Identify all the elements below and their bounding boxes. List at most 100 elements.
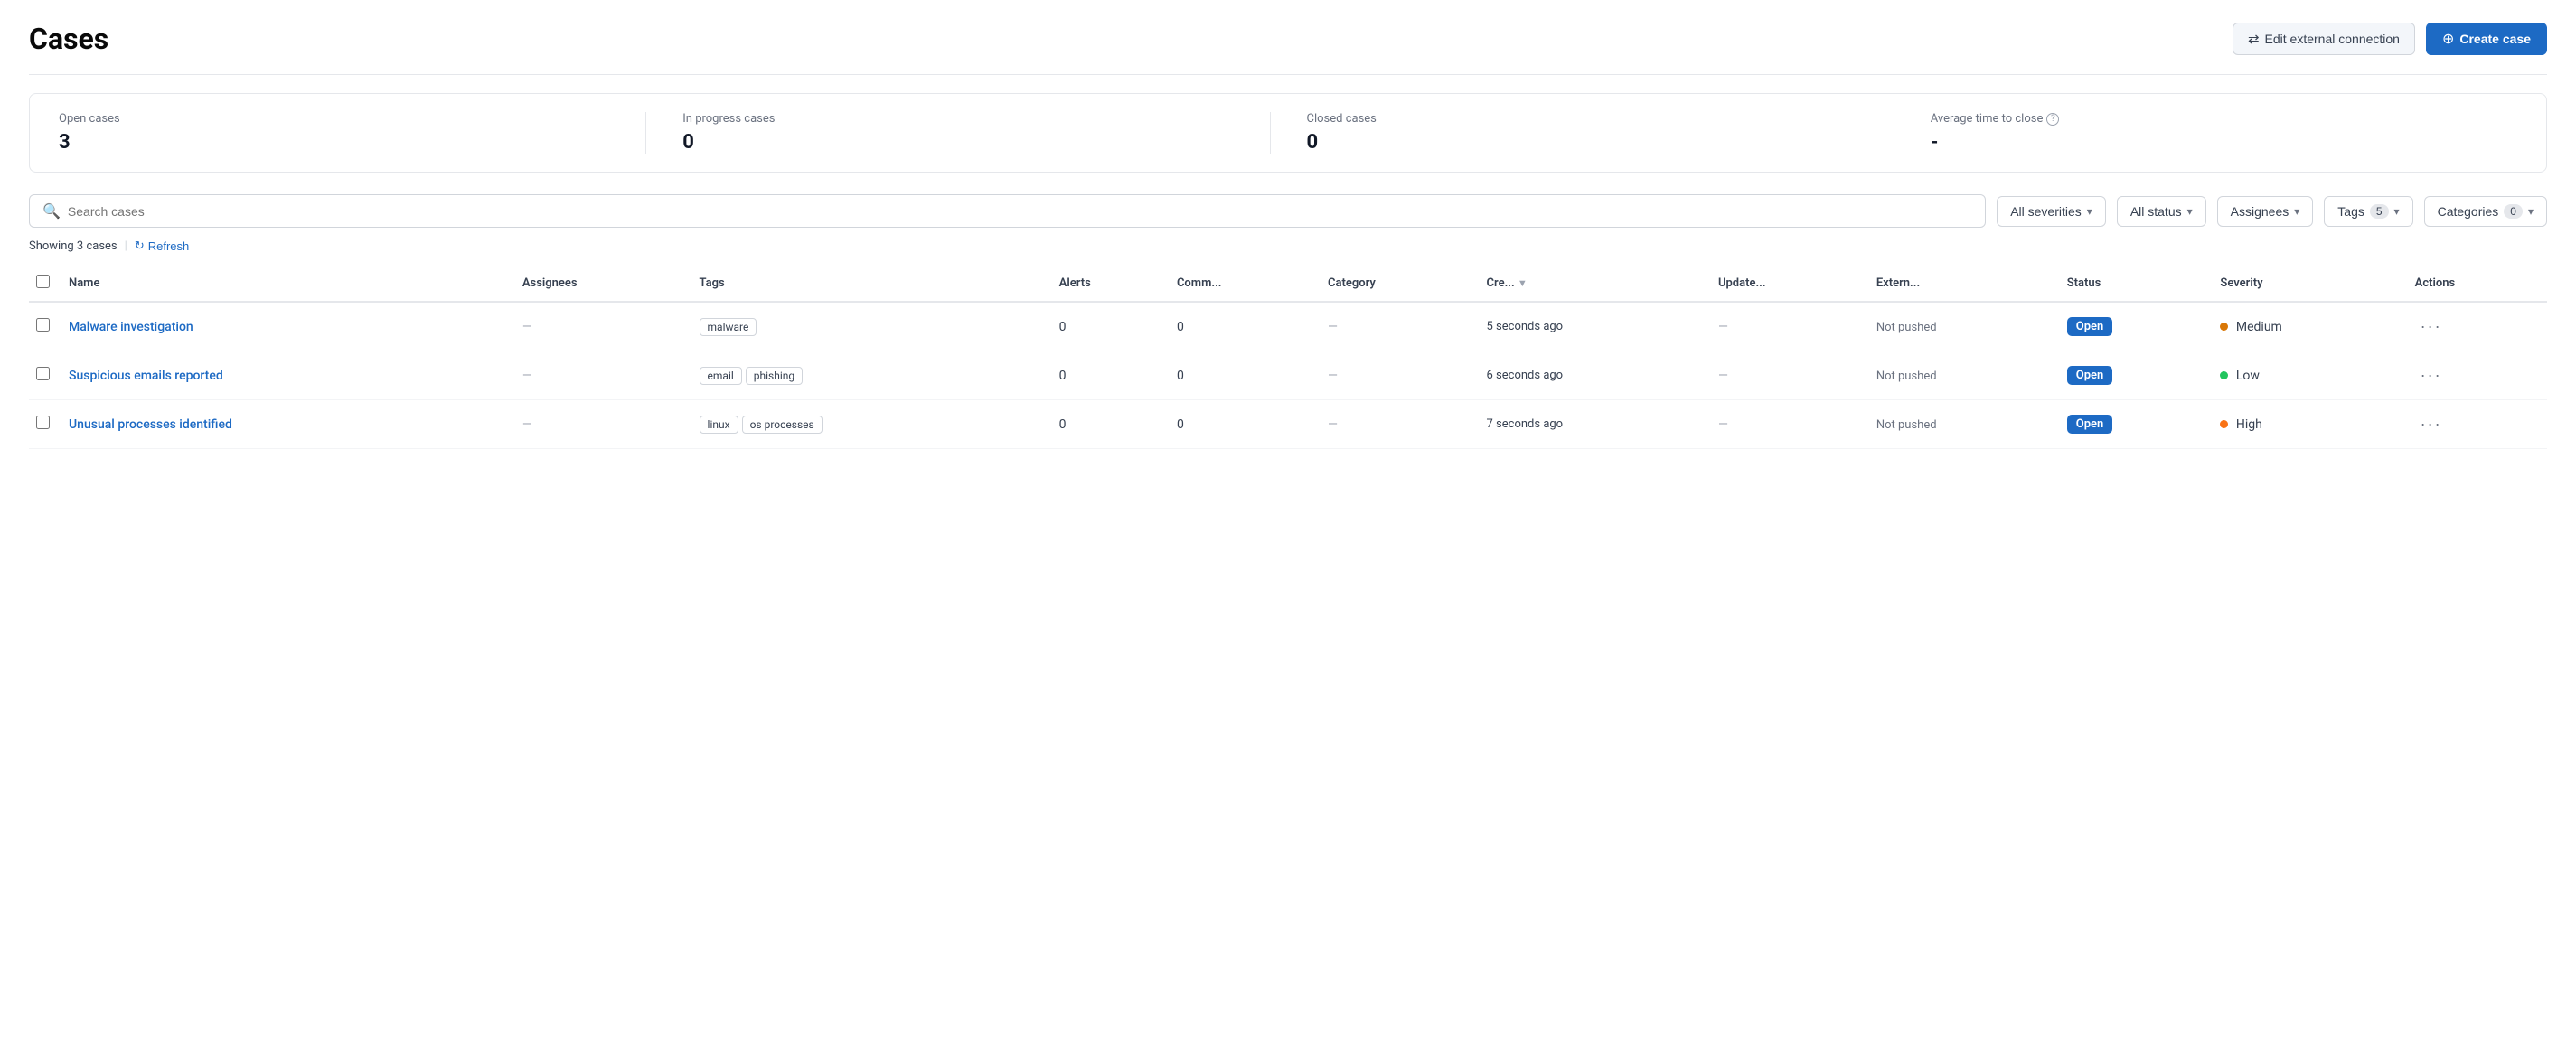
assignees-filter[interactable]: Assignees ▾: [2217, 196, 2314, 227]
chevron-down-icon: ▾: [2394, 205, 2400, 218]
refresh-icon: ↻: [135, 239, 145, 253]
row-category: —: [1321, 351, 1480, 400]
table-row: Malware investigation — malware 0 0 — 5 …: [29, 302, 2547, 351]
col-alerts: Alerts: [1052, 266, 1170, 302]
row-assignees: —: [515, 302, 692, 351]
row-severity: Medium: [2213, 302, 2407, 351]
row-updated: —: [1711, 351, 1869, 400]
row-updated: —: [1711, 400, 1869, 449]
chevron-down-icon: ▾: [2187, 205, 2193, 218]
sort-icon: ▼: [1518, 277, 1528, 289]
page-header: Cases ⇄ Edit external connection ⊕ Creat…: [29, 22, 2547, 56]
row-external: Not pushed: [1869, 302, 2060, 351]
stats-card: Open cases 3 In progress cases 0 Closed …: [29, 93, 2547, 173]
refresh-button[interactable]: ↻ Refresh: [135, 239, 189, 253]
severity-dot: [2220, 371, 2228, 379]
chevron-down-icon: ▾: [2087, 205, 2092, 218]
search-input[interactable]: [68, 204, 1972, 219]
case-link[interactable]: Unusual processes identified: [69, 417, 232, 432]
row-comments: 0: [1170, 400, 1321, 449]
tags-filter[interactable]: Tags 5 ▾: [2324, 196, 2412, 227]
col-severity: Severity: [2213, 266, 2407, 302]
row-category: —: [1321, 302, 1480, 351]
search-icon: 🔍: [42, 202, 61, 220]
row-assignees: —: [515, 351, 692, 400]
row-name: Unusual processes identified: [61, 400, 515, 449]
col-status: Status: [2060, 266, 2214, 302]
tags-count-badge: 5: [2370, 204, 2389, 219]
col-name[interactable]: Name: [61, 266, 515, 302]
plus-icon: ⊕: [2442, 30, 2454, 48]
row-checkbox-cell: [29, 302, 61, 351]
row-name: Malware investigation: [61, 302, 515, 351]
categories-filter[interactable]: Categories 0 ▾: [2424, 196, 2547, 227]
row-actions-button[interactable]: ···: [2415, 364, 2448, 387]
col-tags: Tags: [692, 266, 1052, 302]
tag-badge: malware: [700, 318, 757, 336]
row-created: 5 seconds ago: [1480, 302, 1711, 351]
row-actions: ···: [2408, 302, 2547, 351]
row-tags: linuxos processes: [692, 400, 1052, 449]
chevron-down-icon: ▾: [2294, 205, 2299, 218]
tag-badge: os processes: [742, 416, 823, 434]
row-severity: Low: [2213, 351, 2407, 400]
page-title: Cases: [29, 22, 108, 56]
row-actions: ···: [2408, 351, 2547, 400]
severity-dot: [2220, 420, 2228, 428]
tag-badge: linux: [700, 416, 738, 434]
edit-connection-button[interactable]: ⇄ Edit external connection: [2233, 23, 2415, 55]
row-name: Suspicious emails reported: [61, 351, 515, 400]
connection-icon: ⇄: [2248, 31, 2260, 47]
row-created: 7 seconds ago: [1480, 400, 1711, 449]
severity-dot: [2220, 323, 2228, 331]
row-category: —: [1321, 400, 1480, 449]
row-checkbox[interactable]: [36, 318, 50, 332]
status-filter[interactable]: All status ▾: [2117, 196, 2206, 227]
table-row: Suspicious emails reported — emailphishi…: [29, 351, 2547, 400]
row-actions-button[interactable]: ···: [2415, 413, 2448, 435]
col-updated: Update...: [1711, 266, 1869, 302]
categories-count-badge: 0: [2504, 204, 2523, 219]
row-actions-button[interactable]: ···: [2415, 315, 2448, 338]
create-case-button[interactable]: ⊕ Create case: [2426, 23, 2547, 55]
table-row: Unusual processes identified — linuxos p…: [29, 400, 2547, 449]
avg-close-info-icon[interactable]: ?: [2046, 113, 2059, 126]
tag-badge: email: [700, 367, 742, 385]
select-all-checkbox[interactable]: [36, 275, 50, 288]
select-all-col: [29, 266, 61, 302]
search-box[interactable]: 🔍: [29, 194, 1986, 228]
row-checkbox-cell: [29, 351, 61, 400]
row-checkbox[interactable]: [36, 367, 50, 380]
case-link[interactable]: Malware investigation: [69, 320, 193, 334]
closed-cases-stat: Closed cases 0: [1270, 112, 1894, 154]
row-severity: High: [2213, 400, 2407, 449]
col-comments: Comm...: [1170, 266, 1321, 302]
col-assignees: Assignees: [515, 266, 692, 302]
table-header-row: Name Assignees Tags Alerts Comm... Categ…: [29, 266, 2547, 302]
row-alerts: 0: [1052, 351, 1170, 400]
row-updated: —: [1711, 302, 1869, 351]
row-created: 6 seconds ago: [1480, 351, 1711, 400]
in-progress-stat: In progress cases 0: [645, 112, 1269, 154]
row-status: Open: [2060, 302, 2214, 351]
col-external: Extern...: [1869, 266, 2060, 302]
case-link[interactable]: Suspicious emails reported: [69, 369, 223, 383]
row-comments: 0: [1170, 302, 1321, 351]
col-actions: Actions: [2408, 266, 2547, 302]
severity-filter[interactable]: All severities ▾: [1997, 196, 2106, 227]
cases-table: Name Assignees Tags Alerts Comm... Categ…: [29, 266, 2547, 449]
row-tags: emailphishing: [692, 351, 1052, 400]
row-tags: malware: [692, 302, 1052, 351]
row-actions: ···: [2408, 400, 2547, 449]
row-checkbox[interactable]: [36, 416, 50, 429]
header-divider: [29, 74, 2547, 75]
col-category: Category: [1321, 266, 1480, 302]
showing-row: Showing 3 cases | ↻ Refresh: [29, 239, 2547, 253]
open-cases-stat: Open cases 3: [59, 112, 645, 154]
header-actions: ⇄ Edit external connection ⊕ Create case: [2233, 23, 2547, 55]
avg-close-stat: Average time to close ? -: [1894, 112, 2517, 154]
row-comments: 0: [1170, 351, 1321, 400]
row-external: Not pushed: [1869, 400, 2060, 449]
chevron-down-icon: ▾: [2528, 205, 2534, 218]
col-created[interactable]: Cre... ▼: [1480, 266, 1711, 302]
